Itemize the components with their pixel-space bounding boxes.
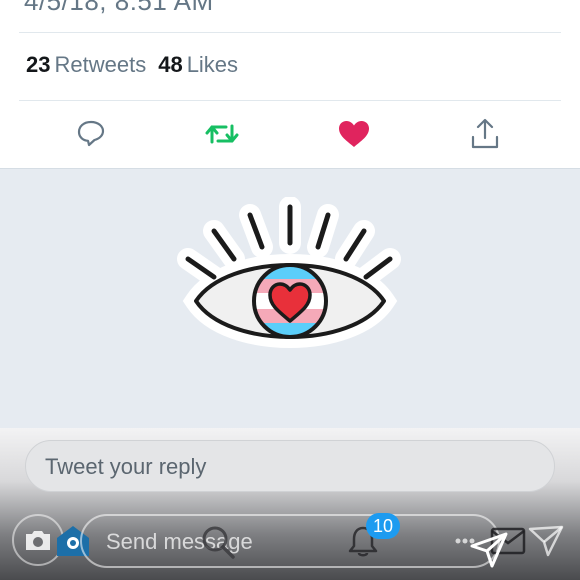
- divider: [19, 100, 561, 101]
- share-icon: [471, 118, 499, 149]
- reply-placeholder: Tweet your reply: [45, 454, 207, 479]
- retweet-button[interactable]: [204, 116, 240, 152]
- retweets-label: Retweets: [54, 52, 147, 77]
- tweet-timestamp-row: 4/5/18, 8:51 AM: [0, 0, 580, 32]
- tweet-timestamp: 4/5/18, 8:51 AM: [24, 0, 214, 16]
- share-story-icon[interactable]: [528, 525, 564, 557]
- likes-stat[interactable]: 48 Likes: [158, 52, 238, 78]
- eye-heart-sticker: [177, 197, 401, 348]
- tweet-reply-input[interactable]: Tweet your reply: [25, 440, 555, 492]
- notification-count-badge: 10: [366, 513, 400, 539]
- reply-button[interactable]: [73, 116, 109, 152]
- send-message-input[interactable]: Send message: [80, 514, 500, 568]
- like-button[interactable]: [336, 116, 372, 152]
- camera-icon: [26, 531, 50, 550]
- retweets-count: 23: [26, 52, 51, 77]
- tweet-stats: 23 Retweets 48 Likes: [26, 52, 238, 78]
- retweets-stat[interactable]: 23 Retweets: [26, 52, 146, 78]
- tweet-action-bar: [0, 102, 580, 168]
- tweet-media-area: [0, 168, 580, 429]
- likes-count: 48: [158, 52, 183, 77]
- likes-label: Likes: [186, 52, 239, 77]
- reply-icon: [77, 120, 105, 147]
- search-icon[interactable]: [200, 524, 236, 560]
- send-direct-icon[interactable]: [470, 532, 508, 568]
- share-button[interactable]: [467, 116, 503, 152]
- heart-icon: [339, 121, 369, 147]
- divider: [19, 32, 561, 33]
- retweet-icon: [205, 124, 239, 144]
